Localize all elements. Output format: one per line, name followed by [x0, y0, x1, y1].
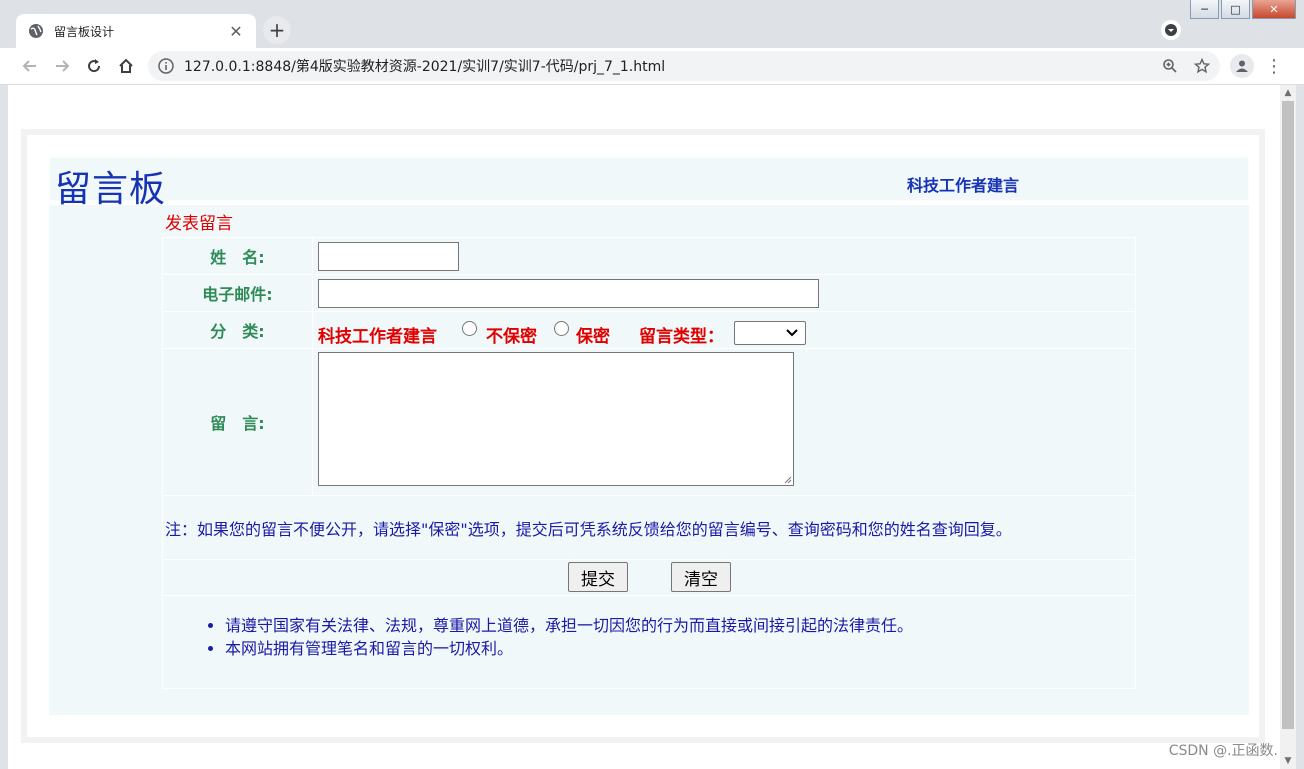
private-option-label: 保密: [576, 327, 610, 347]
category-label: 分 类:: [163, 312, 313, 348]
message-label: 留 言:: [163, 349, 313, 495]
notice-row: 请遵守国家有关法律、法规，尊重网上道德，承担一切因您的行为而直接或间接引起的法律…: [163, 596, 1135, 688]
scroll-up-arrow-icon[interactable]: ▲: [1280, 85, 1296, 101]
list-item: 本网站拥有管理笔名和留言的一切权利。: [225, 637, 913, 660]
window-close-button[interactable]: ✕: [1252, 0, 1296, 19]
back-button[interactable]: [18, 54, 42, 78]
board-header: 留言板 科技工作者建言: [49, 157, 1249, 210]
chevron-down-icon: [786, 329, 798, 337]
globe-icon: [29, 24, 43, 38]
browser-tab[interactable]: 留言板设计 ✕: [16, 14, 256, 48]
forward-button[interactable]: [50, 54, 74, 78]
page-subtitle: 科技工作者建言: [907, 176, 1020, 195]
page-viewport: 留言板 科技工作者建言 发表留言 姓 名: 电子邮件: 分 类: 科技工作者建言…: [8, 85, 1280, 769]
bookmark-button[interactable]: [1190, 51, 1214, 81]
reload-icon: [88, 59, 101, 73]
home-icon: [119, 58, 133, 73]
email-input[interactable]: [318, 279, 819, 308]
resize-grip-icon[interactable]: [783, 475, 792, 484]
public-radio[interactable]: [462, 321, 477, 336]
star-icon: [1194, 58, 1210, 74]
message-type-select[interactable]: [734, 321, 806, 345]
name-label: 姓 名:: [163, 238, 313, 274]
maximize-button[interactable]: □: [1221, 0, 1250, 19]
tab-title: 留言板设计: [54, 24, 115, 39]
minimize-button[interactable]: ─: [1190, 0, 1219, 19]
submit-button[interactable]: 提交: [568, 562, 628, 592]
note-row: 注：如果您的留言不便公开，请选择"保密"选项，提交后可凭系统反馈给您的留言编号、…: [163, 496, 1135, 560]
message-type-label: 留言类型：: [639, 327, 724, 347]
new-tab-button[interactable]: +: [263, 16, 291, 44]
window-controls: ─ □ ✕: [1190, 0, 1296, 19]
arrow-right-icon: [56, 60, 70, 72]
privacy-note: 注：如果您的留言不便公开，请选择"保密"选项，提交后可凭系统反馈给您的留言编号、…: [165, 520, 1012, 539]
reload-button[interactable]: [82, 54, 106, 78]
vertical-scrollbar[interactable]: ▲ ▼: [1280, 85, 1296, 769]
email-label: 电子邮件:: [163, 275, 313, 311]
list-item: 请遵守国家有关法律、法规，尊重网上道德，承担一切因您的行为而直接或间接引起的法律…: [225, 614, 913, 637]
person-icon: [1236, 60, 1248, 72]
arrow-left-icon: [22, 60, 36, 72]
page-frame: 留言板 科技工作者建言 发表留言 姓 名: 电子邮件: 分 类: 科技工作者建言…: [21, 129, 1265, 743]
name-input[interactable]: [318, 242, 459, 271]
browser-toolbar: 127.0.0.1:8848/第4版实验教材资源-2021/实训7/实训7-代码…: [0, 48, 1304, 85]
zoom-icon: [1163, 59, 1177, 73]
close-tab-icon[interactable]: ✕: [228, 22, 244, 41]
url-text: 127.0.0.1:8848/第4版实验教材资源-2021/实训7/实训7-代码…: [184, 59, 666, 75]
message-textarea[interactable]: [318, 352, 794, 486]
reset-button[interactable]: 清空: [671, 562, 731, 592]
button-row: 提交 清空: [163, 560, 1135, 596]
email-row: 电子邮件:: [163, 275, 1135, 312]
category-text: 科技工作者建言: [318, 327, 437, 347]
message-row: 留 言:: [163, 349, 1135, 496]
private-radio[interactable]: [554, 321, 569, 336]
scroll-down-arrow-icon[interactable]: ▼: [1280, 753, 1296, 769]
post-panel: 发表留言 姓 名: 电子邮件: 分 类: 科技工作者建言 不保密 保密 留言类型…: [49, 205, 1249, 715]
address-bar[interactable]: 127.0.0.1:8848/第4版实验教材资源-2021/实训7/实训7-代码…: [148, 51, 1220, 81]
watermark-text: CSDN @.正函数.: [1168, 743, 1278, 759]
browser-tab-strip: 留言板设计 ✕ + ─ □ ✕: [0, 0, 1304, 48]
message-form: 姓 名: 电子邮件: 分 类: 科技工作者建言 不保密 保密 留言类型： 留 言…: [162, 237, 1136, 689]
tab-search-button[interactable]: [1161, 20, 1181, 40]
name-row: 姓 名:: [163, 238, 1135, 275]
category-row: 分 类: 科技工作者建言 不保密 保密 留言类型：: [163, 312, 1135, 349]
home-button[interactable]: [114, 54, 138, 78]
notice-list: 请遵守国家有关法律、法规，尊重网上道德，承担一切因您的行为而直接或间接引起的法律…: [163, 614, 913, 660]
profile-avatar[interactable]: [1230, 54, 1254, 78]
public-option-label: 不保密: [486, 327, 537, 347]
post-heading: 发表留言: [165, 214, 233, 234]
browser-menu-icon[interactable]: ⋮: [1264, 54, 1284, 78]
chevron-down-icon: [1165, 24, 1177, 36]
scrollbar-thumb[interactable]: [1282, 101, 1294, 729]
info-icon: [158, 58, 174, 74]
zoom-button[interactable]: [1158, 51, 1182, 81]
